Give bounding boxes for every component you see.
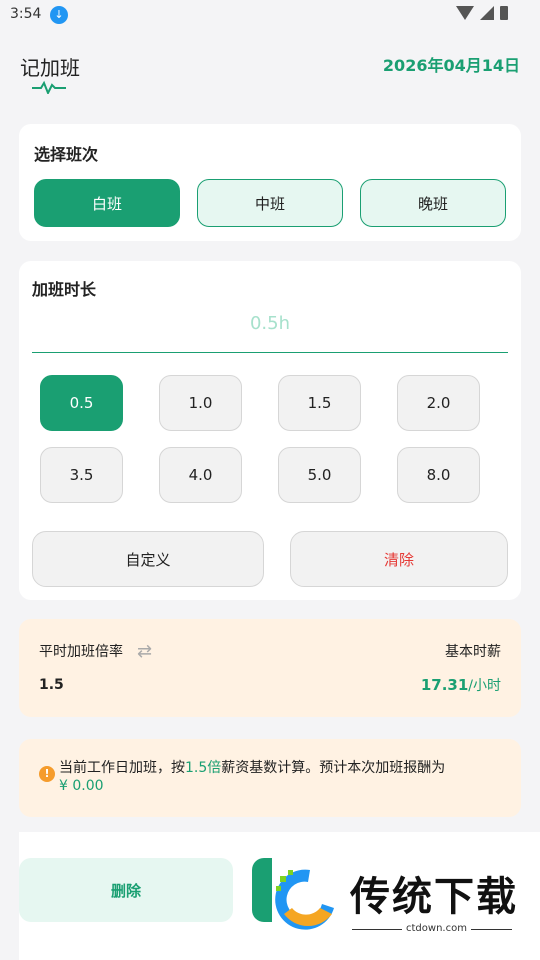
swap-icon[interactable]: ⇄ xyxy=(137,641,152,662)
shift-title: 选择班次 xyxy=(34,145,99,164)
custom-button[interactable]: 自定义 xyxy=(32,531,264,587)
rate-card: 平时加班倍率 ⇄ 基本时薪 1.5 17.31/小时 xyxy=(19,619,521,717)
hour-chip[interactable]: 0.5 xyxy=(40,375,123,431)
watermark-brand: 传统下载 xyxy=(350,874,518,920)
notice-suffix: 薪资基数计算。预计本次加班报酬为 xyxy=(221,760,446,776)
pulse-icon xyxy=(32,80,66,94)
notice-multiplier: 1.5倍 xyxy=(185,760,222,776)
hour-chip[interactable]: 8.0 xyxy=(397,447,480,503)
notice-text: 当前工作日加班，按1.5倍薪资基数计算。预计本次加班报酬为 ¥ 0.00 xyxy=(59,759,509,795)
notice-card: ! 当前工作日加班，按1.5倍薪资基数计算。预计本次加班报酬为 ¥ 0.00 xyxy=(19,739,521,817)
status-icons xyxy=(456,6,508,20)
hour-chip[interactable]: 5.0 xyxy=(278,447,361,503)
download-icon: ↓ xyxy=(50,6,68,24)
shift-night-button[interactable]: 晚班 xyxy=(360,179,506,227)
wage-unit: /小时 xyxy=(468,678,501,694)
hour-chip[interactable]: 4.0 xyxy=(159,447,242,503)
page-title: 记加班 xyxy=(20,56,80,80)
clear-button[interactable]: 清除 xyxy=(290,531,508,587)
delete-button[interactable]: 删除 xyxy=(19,858,233,922)
hour-chip[interactable]: 2.0 xyxy=(397,375,480,431)
watermark-logo-icon xyxy=(275,869,334,930)
hour-chip[interactable]: 3.5 xyxy=(40,447,123,503)
wage-label: 基本时薪 xyxy=(445,644,501,660)
shift-mid-button[interactable]: 中班 xyxy=(197,179,343,227)
watermark-url: ctdown.com xyxy=(402,923,471,934)
wage-amount: 17.31 xyxy=(420,676,469,694)
wifi-icon xyxy=(456,6,474,20)
bottom-left-gap xyxy=(0,832,19,960)
battery-icon xyxy=(500,6,508,20)
date-label[interactable]: 2026年04月14日 xyxy=(383,52,520,76)
wage-value[interactable]: 17.31/小时 xyxy=(421,675,501,695)
hours-card: 加班时长 0.5h 0.5 1.0 1.5 2.0 3.5 4.0 5.0 8.… xyxy=(19,261,521,600)
notice-amount: ¥ 0.00 xyxy=(59,778,104,794)
notice-prefix: 当前工作日加班，按 xyxy=(59,760,185,776)
hour-chip[interactable]: 1.0 xyxy=(159,375,242,431)
hour-chip[interactable]: 1.5 xyxy=(278,375,361,431)
rate-value[interactable]: 1.5 xyxy=(39,677,64,693)
hours-title: 加班时长 xyxy=(32,280,97,299)
hours-input[interactable]: 0.5h xyxy=(19,313,521,334)
rate-label: 平时加班倍率 xyxy=(39,644,123,660)
hours-underline xyxy=(32,352,508,353)
warning-icon: ! xyxy=(39,766,55,782)
watermark: 传统下载 ctdown.com xyxy=(262,856,532,938)
shift-day-button[interactable]: 白班 xyxy=(34,179,180,227)
signal-icon xyxy=(480,6,494,20)
status-time: 3:54 xyxy=(10,6,42,22)
status-bar: 3:54 ↓ xyxy=(0,0,540,32)
shift-card: 选择班次 白班 中班 晚班 xyxy=(19,124,521,241)
